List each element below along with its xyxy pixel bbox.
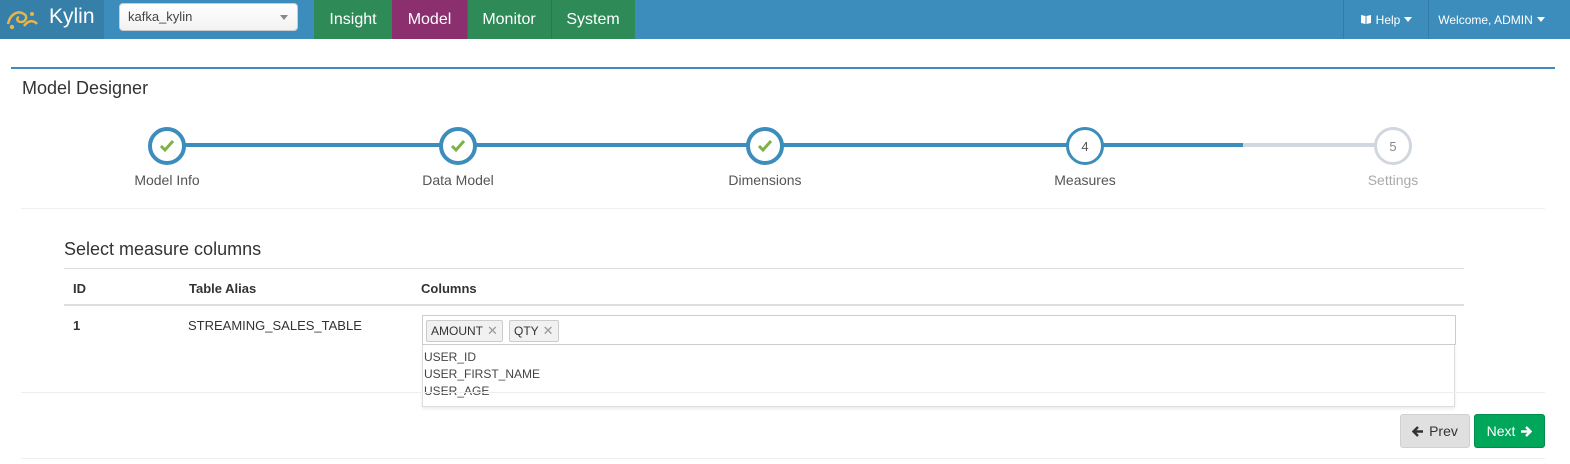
wizard-step-label[interactable]: Dimensions bbox=[685, 172, 845, 188]
page-title: Model Designer bbox=[22, 78, 149, 98]
row-table-alias: STREAMING_SALES_TABLE bbox=[188, 318, 362, 333]
help-menu[interactable]: Help bbox=[1343, 0, 1428, 39]
section-title: Select measure columns bbox=[64, 239, 262, 259]
wizard-step-number: 5 bbox=[1389, 138, 1397, 154]
check-icon bbox=[450, 140, 466, 153]
column-options-dropdown: USER_ID USER_FIRST_NAME USER_AGE bbox=[422, 345, 1455, 407]
close-icon[interactable]: ✕ bbox=[543, 323, 554, 339]
nav-tab-model[interactable]: Model bbox=[392, 0, 467, 39]
wizard-step-number: 4 bbox=[1081, 138, 1089, 154]
row-id: 1 bbox=[73, 318, 81, 333]
wizard-step-label[interactable]: Model Info bbox=[87, 172, 247, 188]
next-label: Next bbox=[1486, 423, 1516, 439]
check-icon bbox=[159, 140, 175, 153]
wizard-step-label[interactable]: Settings bbox=[1313, 172, 1473, 188]
selected-column-tag: AMOUNT ✕ bbox=[426, 320, 503, 342]
nav-tab-insight[interactable]: Insight bbox=[314, 0, 392, 39]
check-icon bbox=[757, 140, 773, 153]
user-menu[interactable]: Welcome, ADMIN bbox=[1428, 0, 1554, 39]
brand-name: Kylin bbox=[49, 5, 95, 28]
project-select[interactable]: kafka_kylin bbox=[119, 3, 298, 31]
divider bbox=[21, 458, 1545, 459]
wizard-step-label[interactable]: Data Model bbox=[378, 172, 538, 188]
dropdown-option[interactable]: USER_ID bbox=[424, 350, 476, 364]
close-icon[interactable]: ✕ bbox=[487, 323, 498, 339]
table-header-border bbox=[64, 304, 1464, 306]
brand[interactable]: Kylin bbox=[0, 0, 104, 39]
nav-tab-monitor[interactable]: Monitor bbox=[467, 0, 551, 39]
dropdown-option[interactable]: USER_AGE bbox=[424, 384, 489, 398]
top-navbar: Kylin kafka_kylin Insight Model Monitor … bbox=[0, 0, 1570, 39]
wizard-step-1[interactable] bbox=[148, 127, 186, 165]
tag-label: AMOUNT bbox=[431, 324, 483, 338]
chevron-down-icon bbox=[1536, 17, 1545, 22]
nav-tab-system[interactable]: System bbox=[551, 0, 635, 39]
arrow-right-icon bbox=[1521, 425, 1533, 437]
table-bottom-border bbox=[21, 392, 1545, 393]
prev-button[interactable]: Prev bbox=[1400, 414, 1470, 448]
dropdown-option[interactable]: USER_FIRST_NAME bbox=[424, 367, 540, 381]
column-header-table-alias: Table Alias bbox=[189, 281, 257, 296]
column-header-columns: Columns bbox=[421, 281, 477, 296]
wizard-step-4[interactable]: 4 bbox=[1066, 127, 1104, 165]
selected-column-tag: QTY ✕ bbox=[509, 320, 559, 342]
prev-label: Prev bbox=[1429, 423, 1458, 439]
wizard-step-5[interactable]: 5 bbox=[1374, 127, 1412, 165]
help-label: Help bbox=[1375, 12, 1401, 27]
chevron-down-icon bbox=[1404, 17, 1413, 22]
project-select-value: kafka_kylin bbox=[128, 9, 193, 24]
tag-label: QTY bbox=[514, 324, 539, 338]
divider bbox=[21, 208, 1545, 209]
nav-divider bbox=[551, 0, 552, 39]
chevron-down-icon bbox=[280, 15, 288, 20]
wizard-step-2[interactable] bbox=[439, 127, 477, 165]
measure-columns-input[interactable]: AMOUNT ✕ QTY ✕ bbox=[422, 315, 1456, 345]
wizard-step-label[interactable]: Measures bbox=[1005, 172, 1165, 188]
table-top-border bbox=[64, 268, 1464, 269]
nav-divider bbox=[467, 0, 468, 39]
model-designer-panel: Model Designer Model Info Data Model Dim… bbox=[11, 67, 1555, 459]
book-icon bbox=[1360, 15, 1371, 24]
kylin-logo-icon bbox=[6, 11, 38, 30]
column-header-id: ID bbox=[73, 281, 86, 296]
arrow-left-icon bbox=[1412, 425, 1424, 437]
next-button[interactable]: Next bbox=[1474, 414, 1545, 448]
welcome-label: Welcome, ADMIN bbox=[1438, 12, 1533, 27]
wizard-step-3[interactable] bbox=[746, 127, 784, 165]
wizard-remaining-line bbox=[1243, 143, 1393, 147]
